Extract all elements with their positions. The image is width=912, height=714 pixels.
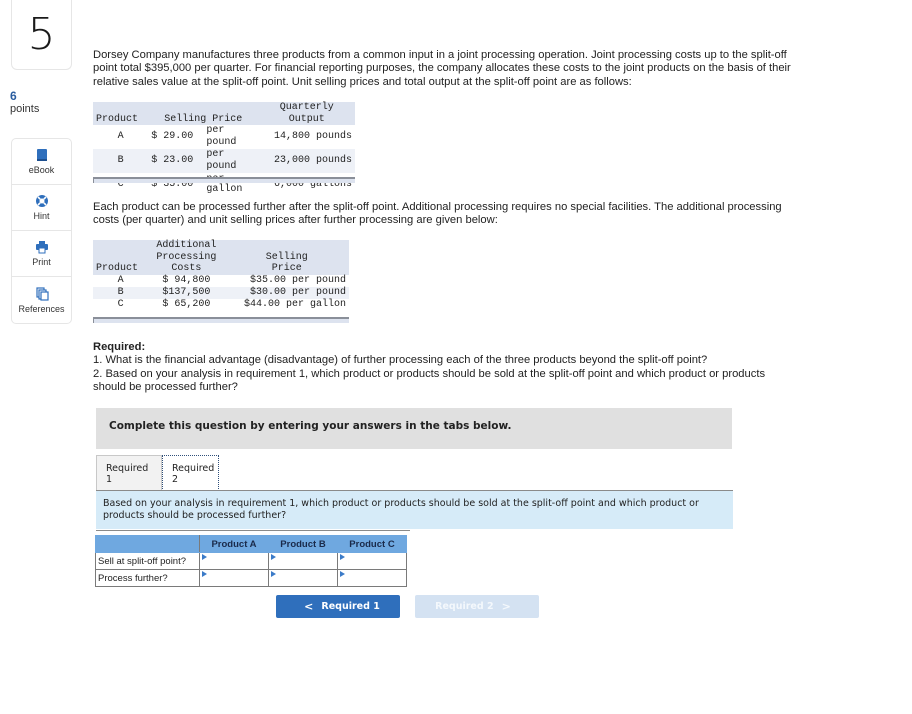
output-cell: 23,000 pounds [258, 149, 355, 173]
answer-dropdown-process-c[interactable] [337, 569, 407, 587]
chevron-left-icon: < [304, 600, 314, 613]
price-cell: $30.00 per pound [224, 286, 349, 299]
product-cell: B [93, 286, 149, 299]
ebook-label: eBook [28, 165, 55, 175]
points-indicator: 6 points [10, 90, 39, 116]
unit-cell: per pound [203, 149, 259, 173]
col-cost-line2: Processing [156, 251, 217, 263]
dropdown-arrow-icon [202, 554, 207, 560]
further-processing-text: Each product can be processed further af… [93, 201, 782, 227]
answer-row-sell: Sell at split-off point? [95, 552, 407, 570]
instructions-banner: Complete this question by entering your … [96, 408, 732, 449]
price-cell: $35.00 per pound [249, 274, 346, 286]
hint-label: Hint [33, 211, 50, 221]
col-output-line2: Output [288, 113, 325, 125]
table-footer-rule [93, 177, 355, 183]
col-cost-line1: Additional [156, 240, 217, 251]
required-item-2: 2. Based on your analysis in requirement… [93, 367, 766, 393]
references-label: References [18, 303, 65, 314]
answer-dropdown-sell-a[interactable] [199, 552, 269, 570]
col-output-line1: Quarterly [279, 102, 334, 113]
col-price-line2: Price [271, 263, 302, 274]
product-cell: A [117, 274, 124, 286]
problem-intro: Dorsey Company manufactures three produc… [93, 49, 791, 88]
copy-pages-icon [35, 286, 49, 301]
tab-required-2[interactable]: Required 2 [162, 455, 219, 491]
unit-cell: per pound [206, 125, 237, 148]
points-label: points [10, 103, 40, 115]
dropdown-arrow-icon [340, 571, 345, 577]
dropdown-arrow-icon [340, 554, 345, 560]
col-selling-price: Selling Price [148, 102, 259, 125]
col-additional-costs: Additional Processing Costs [148, 240, 225, 275]
output-cell: 14,800 pounds [273, 131, 352, 142]
col-product: Product [93, 240, 149, 275]
dropdown-arrow-icon [202, 571, 207, 577]
row-label: Sell at split-off point? [95, 552, 200, 570]
print-label: Print [32, 257, 51, 267]
question-divider [96, 530, 410, 531]
table-row: B $ 23.00 per pound 23,000 pounds [93, 149, 355, 173]
prev-button-label: Required 1 [321, 601, 380, 612]
cost-cell: $ 65,200 [162, 298, 211, 310]
col-blank [95, 535, 200, 553]
further-processing-table: Product Additional Processing Costs Sellin… [93, 240, 349, 311]
tab-required-1[interactable]: Required 1 [96, 455, 162, 491]
cost-cell: $137,500 [148, 286, 225, 299]
col-product-b: Product B [268, 535, 338, 553]
hint-button[interactable]: Hint [12, 185, 71, 231]
product-cell: C [117, 298, 124, 310]
required-section: Required: 1. What is the financial advan… [93, 341, 773, 394]
col-quarterly-output: Quarterly Output [258, 102, 355, 125]
col-price-line1: Selling [265, 251, 308, 263]
cost-cell: $ 94,800 [162, 274, 211, 286]
dropdown-arrow-icon [271, 554, 276, 560]
price-cell: $ 29.00 [151, 131, 194, 142]
price-cell: $ 23.00 [148, 149, 204, 173]
prev-required-button[interactable]: < Required 1 [276, 595, 400, 618]
answer-row-process: Process further? [95, 569, 407, 587]
print-button[interactable]: Print [12, 231, 71, 277]
next-button-label: Required 2 [435, 601, 494, 612]
col-selling-price: Selling Price [224, 240, 349, 275]
book-icon [36, 149, 47, 161]
table-row: C $ 65,200 $44.00 per gallon [93, 299, 349, 311]
table-row: B $137,500 $30.00 per pound [93, 286, 349, 299]
points-value: 6 [10, 89, 17, 103]
table-row: A $ 94,800 $35.00 per pound [93, 275, 349, 287]
answer-dropdown-process-a[interactable] [199, 569, 269, 587]
answer-dropdown-sell-c[interactable] [337, 552, 407, 570]
tab-question: Based on your analysis in requirement 1,… [96, 491, 733, 529]
col-product: Product [93, 102, 149, 125]
ebook-button[interactable]: eBook [12, 139, 71, 185]
col-cost-line3: Costs [171, 263, 202, 274]
lifebuoy-icon [35, 195, 48, 207]
product-cell: A [117, 131, 124, 142]
printer-icon [35, 241, 48, 254]
answer-table: Product A Product B Product C Sell at sp… [95, 535, 407, 587]
references-button[interactable]: References [12, 277, 71, 323]
col-product-a: Product A [199, 535, 269, 553]
question-number: 5 [11, 0, 72, 70]
answer-dropdown-process-b[interactable] [268, 569, 338, 587]
dropdown-arrow-icon [271, 571, 276, 577]
required-heading: Required: [93, 341, 146, 353]
chevron-right-icon: > [501, 600, 511, 613]
required-item-1: 1. What is the financial advantage (disa… [93, 354, 708, 367]
next-required-button[interactable]: Required 2 > [415, 595, 539, 618]
table-footer-rule [93, 317, 349, 323]
tools-panel: eBook Hint Print References [11, 138, 72, 324]
table-row: A $ 29.00 per pound 14,800 pounds [93, 125, 355, 149]
row-label: Process further? [95, 569, 200, 587]
product-cell: B [93, 149, 149, 173]
col-product-c: Product C [337, 535, 407, 553]
price-cell: $44.00 per gallon [243, 298, 346, 310]
requirement-tabs: Required 1 Required 2 [96, 455, 219, 491]
answer-dropdown-sell-b[interactable] [268, 552, 338, 570]
